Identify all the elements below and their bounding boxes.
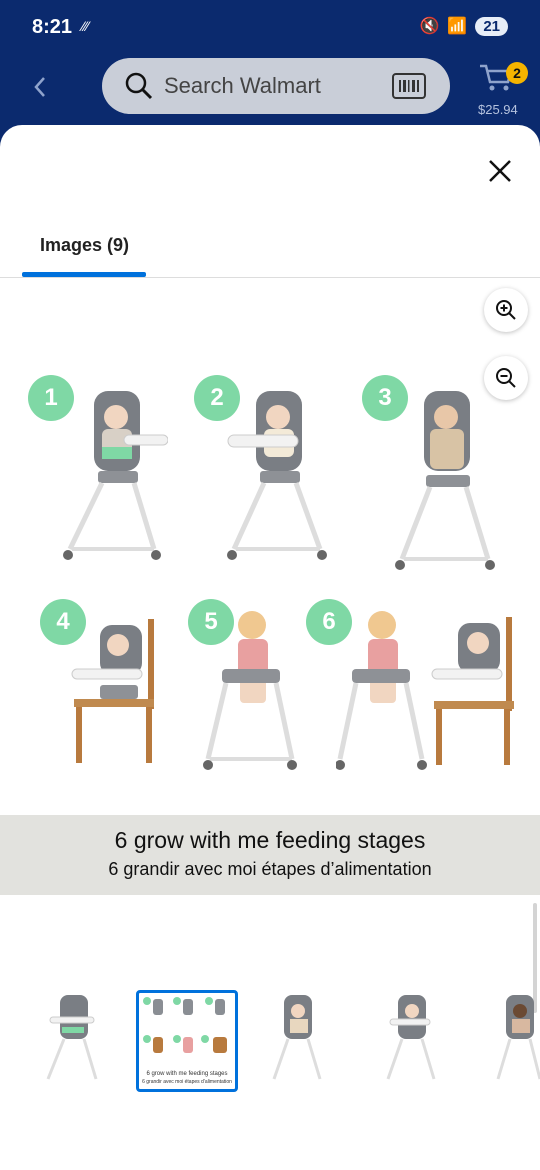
thumbnail-3[interactable] <box>250 987 350 1087</box>
thumbnail-1[interactable] <box>22 987 122 1087</box>
booster-on-chair-image <box>71 619 154 763</box>
status-right: 🔇 📶 21 <box>419 16 508 36</box>
barcode-icon[interactable] <box>392 73 426 99</box>
tab-images-label: Images (9) <box>40 235 130 255</box>
thumbnail-image <box>46 995 98 1080</box>
battery-badge: 21 <box>475 16 508 36</box>
thumbnail-image <box>496 995 540 1080</box>
thumbnail-image <box>143 997 227 1053</box>
mute-icon: 🔇 <box>419 18 440 35</box>
image-caption-band: 6 grow with me feeding stages 6 grandir … <box>0 815 540 895</box>
close-icon[interactable] <box>484 155 516 187</box>
cart-total: $25.94 <box>478 102 518 117</box>
zoom-in-button[interactable] <box>484 288 528 332</box>
status-bar: 8:21 ⁄⁄⁄ 🔇 📶 21 <box>0 0 540 56</box>
back-chevron-icon[interactable] <box>28 72 52 102</box>
cart-count-badge: 2 <box>506 62 528 84</box>
thumbnail-strip[interactable]: 6 grow with me feeding stages 6 grandir … <box>0 987 540 1097</box>
status-time: 8:21 <box>32 16 73 38</box>
high-chair-image <box>395 391 495 570</box>
caption-english: 6 grow with me feeding stages <box>114 827 426 853</box>
tab-images[interactable]: Images (9) <box>22 225 146 277</box>
toddler-and-booster-image <box>336 611 514 770</box>
cart-button[interactable]: 2 $25.94 <box>478 62 528 118</box>
toddler-chair-image <box>203 611 297 770</box>
caption-french: 6 grandir avec moi étapes d’alimentation <box>108 859 432 879</box>
high-chair-image <box>227 391 327 560</box>
wifi-icon: 📶 <box>447 18 468 35</box>
thumbnail-4[interactable] <box>364 987 464 1087</box>
thumbnail-2-selected[interactable]: 6 grow with me feeding stages 6 grandir … <box>136 990 238 1092</box>
thumbnail-image <box>386 995 436 1080</box>
search-icon <box>125 72 153 100</box>
thumbnail-5[interactable] <box>478 987 540 1087</box>
app-header: Search Walmart 2 $25.94 <box>0 56 540 122</box>
status-indicator-icon: ⁄⁄⁄ <box>82 18 90 34</box>
zoom-in-icon <box>496 300 516 320</box>
thumbnail-caption-2: 6 grandir avec moi étapes d’alimentation <box>142 1079 232 1085</box>
search-bar[interactable]: Search Walmart <box>102 58 450 114</box>
thumbnail-image <box>272 995 322 1080</box>
image-viewer-sheet: Images (9) 1 2 3 4 5 6 6 grow with me fe… <box>0 125 540 1170</box>
main-product-image[interactable]: 1 2 3 4 5 6 <box>0 355 540 815</box>
thumbnail-caption-1: 6 grow with me feeding stages <box>146 1071 228 1077</box>
tab-divider <box>0 277 540 278</box>
high-chair-image <box>63 391 168 560</box>
search-input[interactable]: Search Walmart <box>164 73 392 99</box>
